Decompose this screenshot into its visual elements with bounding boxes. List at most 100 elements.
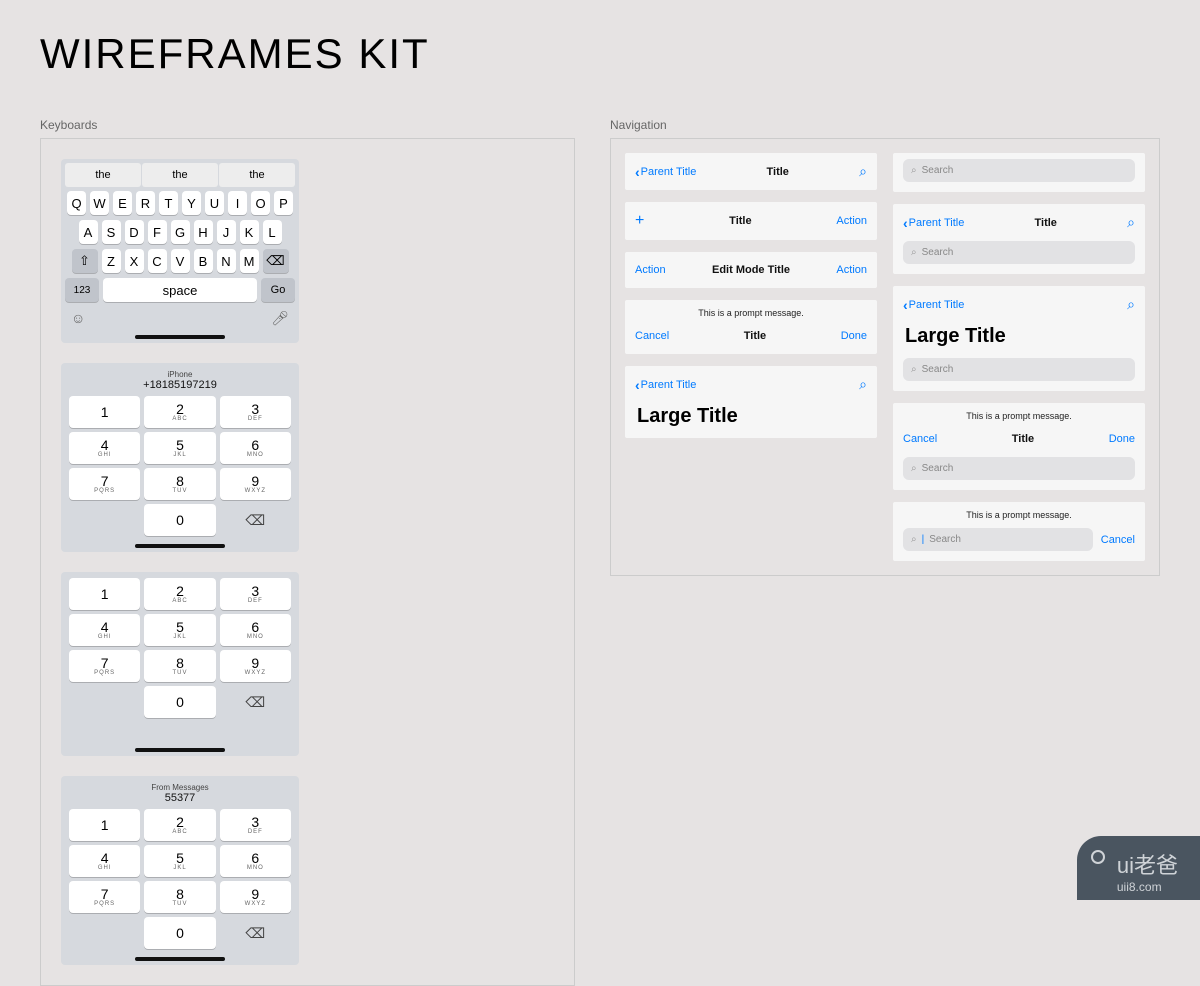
nav-title: Title <box>729 215 751 227</box>
search-field[interactable]: ⌕|Search <box>903 528 1093 551</box>
key-k[interactable]: K <box>240 220 259 244</box>
back-button[interactable]: ‹Parent Title <box>903 215 964 231</box>
key-6[interactable]: 6MNO <box>220 614 291 646</box>
key-9[interactable]: 9WXYZ <box>220 881 291 913</box>
search-field[interactable]: ⌕Search <box>903 159 1135 182</box>
key-s[interactable]: S <box>102 220 121 244</box>
mic-icon[interactable]: 🎤︎ <box>271 310 289 327</box>
key-5[interactable]: 5JKL <box>144 614 215 646</box>
key-8[interactable]: 8TUV <box>144 650 215 682</box>
back-button[interactable]: ‹Parent Title <box>635 377 696 393</box>
key-8[interactable]: 8TUV <box>144 468 215 500</box>
key-c[interactable]: C <box>148 249 167 273</box>
done-button[interactable]: Done <box>1109 433 1135 445</box>
backspace-key[interactable]: ⌫ <box>220 917 291 949</box>
key-7[interactable]: 7PQRS <box>69 468 140 500</box>
key-3[interactable]: 3DEF <box>220 396 291 428</box>
search-icon: ⌕ <box>911 165 917 176</box>
key-t[interactable]: T <box>159 191 178 215</box>
key-6[interactable]: 6MNO <box>220 432 291 464</box>
chevron-left-icon: ‹ <box>635 164 640 180</box>
cancel-button[interactable]: Cancel <box>1101 534 1135 546</box>
done-button[interactable]: Done <box>841 330 867 342</box>
key-5[interactable]: 5JKL <box>144 432 215 464</box>
key-4[interactable]: 4GHI <box>69 614 140 646</box>
key-m[interactable]: M <box>240 249 259 273</box>
search-icon: ⌕ <box>911 534 917 545</box>
key-p[interactable]: P <box>274 191 293 215</box>
key-2[interactable]: 2ABC <box>144 396 215 428</box>
cancel-button[interactable]: Cancel <box>903 433 937 445</box>
key-7[interactable]: 7PQRS <box>69 881 140 913</box>
key-a[interactable]: A <box>79 220 98 244</box>
key-n[interactable]: N <box>217 249 236 273</box>
back-button[interactable]: ‹Parent Title <box>903 297 964 313</box>
key-l[interactable]: L <box>263 220 282 244</box>
add-button[interactable]: + <box>635 212 644 230</box>
key-y[interactable]: Y <box>182 191 201 215</box>
emoji-icon[interactable]: ☺ <box>71 310 85 327</box>
key-e[interactable]: E <box>113 191 132 215</box>
key-1[interactable]: 1 <box>69 396 140 428</box>
key-1[interactable]: 1 <box>69 578 140 610</box>
key-b[interactable]: B <box>194 249 213 273</box>
nav-title: Title <box>1035 217 1057 229</box>
navbar-back-title-search: ‹Parent Title Title ⌕ <box>625 153 877 190</box>
key-u[interactable]: U <box>205 191 224 215</box>
backspace-key[interactable]: ⌫ <box>220 504 291 536</box>
key-v[interactable]: V <box>171 249 190 273</box>
navbar-search-only: ⌕Search <box>893 153 1145 192</box>
numeric-key[interactable]: 123 <box>65 278 99 302</box>
key-h[interactable]: H <box>194 220 213 244</box>
search-icon[interactable]: ⌕ <box>859 163 867 180</box>
key-1[interactable]: 1 <box>69 809 140 841</box>
key-5[interactable]: 5JKL <box>144 845 215 877</box>
key-9[interactable]: 9WXYZ <box>220 650 291 682</box>
key-4[interactable]: 4GHI <box>69 432 140 464</box>
navbar-prompt-done-search: This is a prompt message. Cancel Title D… <box>893 403 1145 490</box>
key-4[interactable]: 4GHI <box>69 845 140 877</box>
key-w[interactable]: W <box>90 191 109 215</box>
key-9[interactable]: 9WXYZ <box>220 468 291 500</box>
action-button[interactable]: Action <box>836 215 867 227</box>
key-2[interactable]: 2ABC <box>144 578 215 610</box>
suggestion[interactable]: the <box>219 163 295 187</box>
search-icon[interactable]: ⌕ <box>859 376 867 393</box>
key-0[interactable]: 0 <box>144 504 215 536</box>
key-6[interactable]: 6MNO <box>220 845 291 877</box>
search-icon[interactable]: ⌕ <box>1127 214 1135 231</box>
action-button[interactable]: Action <box>836 264 867 276</box>
key-2[interactable]: 2ABC <box>144 809 215 841</box>
key-3[interactable]: 3DEF <box>220 809 291 841</box>
key-z[interactable]: Z <box>102 249 121 273</box>
search-field[interactable]: ⌕Search <box>903 241 1135 264</box>
suggestion[interactable]: the <box>142 163 218 187</box>
cancel-button[interactable]: Cancel <box>635 330 669 342</box>
qwerty-keyboard: the the the QWERTYUIOP ASDFGHJKL ⇧ ZXCVB… <box>61 159 299 343</box>
search-field[interactable]: ⌕Search <box>903 358 1135 381</box>
key-8[interactable]: 8TUV <box>144 881 215 913</box>
key-o[interactable]: O <box>251 191 270 215</box>
key-j[interactable]: J <box>217 220 236 244</box>
back-button[interactable]: ‹Parent Title <box>635 164 696 180</box>
go-key[interactable]: Go <box>261 278 295 302</box>
key-7[interactable]: 7PQRS <box>69 650 140 682</box>
search-field[interactable]: ⌕Search <box>903 457 1135 480</box>
key-i[interactable]: I <box>228 191 247 215</box>
backspace-key[interactable]: ⌫ <box>263 249 289 273</box>
search-icon[interactable]: ⌕ <box>1127 296 1135 313</box>
key-q[interactable]: Q <box>67 191 86 215</box>
shift-key[interactable]: ⇧ <box>72 249 98 273</box>
key-3[interactable]: 3DEF <box>220 578 291 610</box>
backspace-key[interactable]: ⌫ <box>220 686 291 718</box>
action-button[interactable]: Action <box>635 264 666 276</box>
key-r[interactable]: R <box>136 191 155 215</box>
space-key[interactable]: space <box>103 278 257 302</box>
key-d[interactable]: D <box>125 220 144 244</box>
key-0[interactable]: 0 <box>144 686 215 718</box>
key-x[interactable]: X <box>125 249 144 273</box>
key-f[interactable]: F <box>148 220 167 244</box>
key-0[interactable]: 0 <box>144 917 215 949</box>
suggestion[interactable]: the <box>65 163 141 187</box>
key-g[interactable]: G <box>171 220 190 244</box>
